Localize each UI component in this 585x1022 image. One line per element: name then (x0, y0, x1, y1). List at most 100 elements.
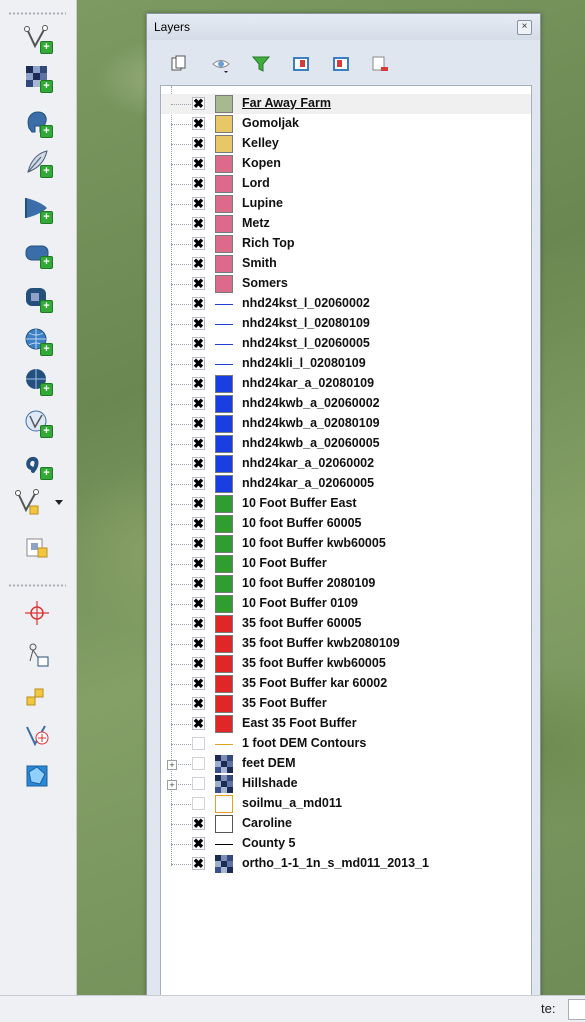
layer-row[interactable]: ✖ ortho_1-1_1n_s_md011_2013_1 (161, 854, 531, 874)
layer-visibility-checkbox[interactable]: ✖ (192, 417, 205, 430)
layer-visibility-checkbox[interactable]: ✖ (192, 597, 205, 610)
layer-visibility-checkbox[interactable]: ✖ (192, 457, 205, 470)
layer-row[interactable]: ✖ County 5 (161, 834, 531, 854)
layer-visibility-checkbox[interactable]: ✖ (192, 237, 205, 250)
add-spatialite-layer-icon[interactable]: + (23, 148, 53, 178)
new-shapefile-layer-icon[interactable] (14, 488, 42, 516)
layer-visibility-checkbox[interactable]: ✖ (192, 437, 205, 450)
layer-row[interactable]: ✖ 35 foot Buffer 60005 (161, 614, 531, 634)
status-input[interactable] (568, 999, 585, 1020)
close-icon[interactable]: × (517, 20, 532, 35)
layer-row[interactable]: ✖ 10 Foot Buffer East (161, 494, 531, 514)
expand-icon[interactable]: + (167, 760, 177, 770)
layer-visibility-checkbox[interactable]: ✖ (192, 137, 205, 150)
layer-visibility-checkbox[interactable]: ✖ (192, 577, 205, 590)
layer-row[interactable]: ✖ nhd24kst_l_02060005 (161, 334, 531, 354)
add-wcs-layer-icon[interactable]: + (23, 366, 53, 396)
add-raster-layer-icon[interactable]: + (23, 63, 53, 93)
layer-visibility-checkbox[interactable]: ✖ (192, 277, 205, 290)
spatial-query-icon[interactable] (23, 762, 51, 790)
layer-row[interactable]: ✖ nhd24kar_a_02060005 (161, 474, 531, 494)
filter-icon[interactable] (251, 54, 271, 74)
add-wms-layer-icon[interactable]: + (23, 326, 53, 356)
layer-visibility-checkbox[interactable]: ✖ (192, 817, 205, 830)
layer-row[interactable]: ✖ 35 Foot Buffer kar 60002 (161, 674, 531, 694)
layer-visibility-checkbox[interactable]: ✖ (192, 557, 205, 570)
layer-visibility-checkbox[interactable]: ✖ (192, 537, 205, 550)
expand-icon[interactable]: + (167, 780, 177, 790)
dropdown-arrow-icon[interactable] (55, 500, 63, 505)
layer-row[interactable]: ✖ Caroline (161, 814, 531, 834)
layer-row[interactable]: ✖ nhd24kwb_a_02060002 (161, 394, 531, 414)
layer-row[interactable]: ✖ nhd24kli_l_02080109 (161, 354, 531, 374)
add-group-icon[interactable] (169, 54, 189, 74)
collapse-all-icon[interactable] (331, 54, 351, 74)
layer-visibility-checkbox[interactable]: ✖ (192, 677, 205, 690)
create-layer-from-template-icon[interactable] (23, 533, 51, 561)
add-db2-layer-icon[interactable]: + (23, 283, 53, 313)
layer-row[interactable]: ✖ nhd24kst_l_02060002 (161, 294, 531, 314)
layer-visibility-checkbox[interactable]: ✖ (192, 717, 205, 730)
layer-visibility-checkbox[interactable]: ✖ (192, 257, 205, 270)
layer-row[interactable]: ✖ nhd24kar_a_02080109 (161, 374, 531, 394)
layer-row[interactable]: 1 foot DEM Contours (161, 734, 531, 754)
layer-visibility-checkbox[interactable]: ✖ (192, 197, 205, 210)
layer-visibility-checkbox[interactable]: ✖ (192, 337, 205, 350)
gps-tracker-icon[interactable] (23, 641, 51, 669)
layer-visibility-checkbox[interactable]: ✖ (192, 697, 205, 710)
add-vector-layer-icon[interactable]: + (23, 24, 53, 54)
visibility-eye-icon[interactable] (211, 54, 231, 74)
layer-row[interactable]: ✖ Far Away Farm (161, 94, 531, 114)
layer-visibility-checkbox[interactable]: ✖ (192, 217, 205, 230)
layer-visibility-checkbox[interactable]: ✖ (192, 657, 205, 670)
layer-visibility-checkbox[interactable]: ✖ (192, 297, 205, 310)
layer-visibility-checkbox[interactable]: ✖ (192, 857, 205, 870)
layer-visibility-checkbox[interactable]: ✖ (192, 517, 205, 530)
layer-visibility-checkbox[interactable]: ✖ (192, 617, 205, 630)
layer-row[interactable]: + Hillshade (161, 774, 531, 794)
coordinate-capture-icon[interactable] (23, 683, 51, 711)
layer-row[interactable]: ✖ 10 foot Buffer 60005 (161, 514, 531, 534)
layer-visibility-checkbox[interactable]: ✖ (192, 117, 205, 130)
layer-row[interactable]: ✖ 10 foot Buffer kwb60005 (161, 534, 531, 554)
layer-row[interactable]: ✖ Kopen (161, 154, 531, 174)
toolbar-grip[interactable] (8, 12, 66, 15)
layer-row[interactable]: ✖ Smith (161, 254, 531, 274)
layer-row[interactable]: + feet DEM (161, 754, 531, 774)
add-wfs-layer-icon[interactable]: + (23, 408, 53, 438)
layer-row[interactable]: ✖ Lord (161, 174, 531, 194)
layer-visibility-checkbox[interactable] (192, 737, 205, 750)
add-delimited-text-layer-icon[interactable]: + (23, 450, 53, 480)
layer-visibility-checkbox[interactable]: ✖ (192, 497, 205, 510)
add-mssql-layer-icon[interactable]: + (23, 194, 53, 224)
layer-visibility-checkbox[interactable] (192, 777, 205, 790)
layer-row[interactable]: soilmu_a_md011 (161, 794, 531, 814)
layer-row[interactable]: ✖ Somers (161, 274, 531, 294)
layer-row[interactable]: ✖ 10 Foot Buffer 0109 (161, 594, 531, 614)
layer-row[interactable]: ✖ nhd24kwb_a_02060005 (161, 434, 531, 454)
layer-visibility-checkbox[interactable]: ✖ (192, 637, 205, 650)
layer-row[interactable]: ✖ nhd24kst_l_02080109 (161, 314, 531, 334)
add-oracle-layer-icon[interactable]: + (23, 239, 53, 269)
layer-row[interactable]: ✖ 35 foot Buffer kwb60005 (161, 654, 531, 674)
layers-panel-titlebar[interactable]: Layers × (147, 14, 540, 40)
layer-visibility-checkbox[interactable]: ✖ (192, 357, 205, 370)
layer-row[interactable]: ✖ Rich Top (161, 234, 531, 254)
layer-visibility-checkbox[interactable]: ✖ (192, 97, 205, 110)
crosshair-capture-icon[interactable] (23, 599, 51, 627)
layer-row[interactable]: ✖ East 35 Foot Buffer (161, 714, 531, 734)
layer-visibility-checkbox[interactable] (192, 757, 205, 770)
expand-all-icon[interactable] (291, 54, 311, 74)
layer-row[interactable]: ✖ nhd24kwb_a_02080109 (161, 414, 531, 434)
layer-row[interactable]: ✖ Lupine (161, 194, 531, 214)
remove-layer-icon[interactable] (370, 54, 390, 74)
layer-row[interactable]: ✖ 35 foot Buffer kwb2080109 (161, 634, 531, 654)
layer-visibility-checkbox[interactable]: ✖ (192, 177, 205, 190)
layer-row[interactable]: ✖ 10 foot Buffer 2080109 (161, 574, 531, 594)
layer-visibility-checkbox[interactable]: ✖ (192, 377, 205, 390)
layer-visibility-checkbox[interactable]: ✖ (192, 317, 205, 330)
layer-row[interactable]: ✖ Metz (161, 214, 531, 234)
layer-visibility-checkbox[interactable]: ✖ (192, 397, 205, 410)
layer-visibility-checkbox[interactable]: ✖ (192, 837, 205, 850)
layer-row[interactable]: ✖ 10 Foot Buffer (161, 554, 531, 574)
